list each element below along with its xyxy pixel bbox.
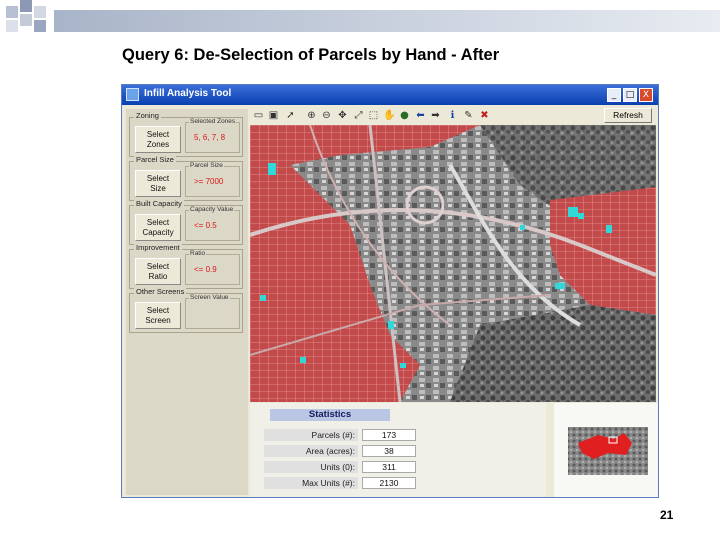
title-decoration-bar bbox=[54, 10, 720, 32]
group-subtitle: Capacity Value bbox=[189, 206, 235, 213]
info-icon[interactable]: ℹ bbox=[446, 109, 459, 122]
stat-label: Area (acres): bbox=[264, 445, 358, 457]
pointer-icon[interactable]: ➚ bbox=[284, 109, 297, 122]
app-icon bbox=[126, 88, 139, 101]
slide-title: Query 6: De-Selection of Parcels by Hand… bbox=[122, 46, 500, 64]
overview-map[interactable] bbox=[554, 403, 658, 497]
statistics-panel: Statistics Parcels (#): 173 Area (acres)… bbox=[250, 403, 546, 497]
group-subtitle: Selected Zones bbox=[189, 118, 237, 125]
edit-icon[interactable]: ✎ bbox=[462, 109, 475, 122]
select-capacity-button[interactable]: Select Capacity bbox=[135, 214, 181, 241]
group-title: Parcel Size bbox=[134, 155, 176, 164]
capacity-value-box: Capacity Value <= 0.5 bbox=[185, 206, 240, 241]
minimize-button[interactable]: _ bbox=[607, 88, 621, 102]
select-zones-button[interactable]: Select Zones bbox=[135, 126, 181, 153]
maximize-button[interactable]: □ bbox=[623, 88, 637, 102]
window-title: Infill Analysis Tool bbox=[144, 88, 232, 99]
select-screen-button[interactable]: Select Screen bbox=[135, 302, 181, 329]
group-title: Other Screens bbox=[134, 287, 187, 296]
decorative-square bbox=[34, 6, 46, 18]
zoom-out-icon[interactable]: ⊖ bbox=[320, 109, 333, 122]
globe-icon[interactable]: ● bbox=[398, 109, 411, 122]
ratio-value: <= 0.9 bbox=[194, 265, 217, 274]
close-button[interactable]: X bbox=[639, 88, 653, 102]
decorative-square bbox=[20, 0, 32, 12]
other-screens-group: Other Screens Select Screen Screen Value bbox=[129, 287, 243, 333]
hand-icon[interactable]: ✋ bbox=[383, 109, 396, 122]
group-subtitle: Parcel Size bbox=[189, 162, 224, 169]
save-icon[interactable]: ▣ bbox=[267, 109, 280, 122]
stat-value: 38 bbox=[362, 445, 416, 457]
app-window: Infill Analysis Tool _ □ X Zoning Select… bbox=[121, 84, 659, 498]
built-capacity-group: Built Capacity Select Capacity Capacity … bbox=[129, 199, 243, 245]
group-subtitle: Ratio bbox=[189, 250, 207, 257]
parcel-size-box: Parcel Size >= 7000 bbox=[185, 162, 240, 197]
overview-map-image bbox=[568, 427, 648, 475]
full-extent-icon[interactable]: ⤢ bbox=[352, 109, 365, 122]
zones-value: 5, 6, 7, 8 bbox=[194, 133, 226, 142]
page-number: 21 bbox=[660, 508, 674, 522]
decorative-square bbox=[6, 20, 18, 32]
group-title: Improvement bbox=[134, 243, 182, 252]
stat-value: 2130 bbox=[362, 477, 416, 489]
stat-value: 173 bbox=[362, 429, 416, 441]
stat-label: Units (0): bbox=[264, 461, 358, 473]
zoning-group: Zoning Select Zones Selected Zones 5, 6,… bbox=[129, 111, 243, 157]
select-ratio-button[interactable]: Select Ratio bbox=[135, 258, 181, 285]
decorative-square bbox=[20, 14, 32, 26]
group-subtitle: Screen Value bbox=[189, 294, 230, 301]
select-size-button[interactable]: Select Size bbox=[135, 170, 181, 197]
selected-zones-box: Selected Zones 5, 6, 7, 8 bbox=[185, 118, 240, 153]
refresh-button[interactable]: Refresh bbox=[604, 108, 652, 123]
aerial-map-image bbox=[250, 125, 656, 402]
capacity-value: <= 0.5 bbox=[194, 221, 217, 230]
query-panel: Zoning Select Zones Selected Zones 5, 6,… bbox=[126, 109, 248, 495]
ratio-box: Ratio <= 0.9 bbox=[185, 250, 240, 285]
pan-arrows-icon[interactable]: ✥ bbox=[336, 109, 349, 122]
screen-value-box: Screen Value bbox=[185, 294, 240, 329]
statistics-title: Statistics bbox=[270, 409, 390, 421]
decorative-square bbox=[34, 20, 46, 32]
delete-icon[interactable]: ✖ bbox=[478, 109, 491, 122]
stat-value: 311 bbox=[362, 461, 416, 473]
stat-label: Parcels (#): bbox=[264, 429, 358, 441]
zoom-in-icon[interactable]: ⊕ bbox=[305, 109, 318, 122]
group-title: Zoning bbox=[134, 111, 161, 120]
select-icon[interactable]: ⬚ bbox=[367, 109, 380, 122]
open-icon[interactable]: ▭ bbox=[252, 109, 265, 122]
aerial-map[interactable] bbox=[250, 125, 656, 402]
map-toolbar: ▭ ▣ ➚ ⊕ ⊖ ✥ ⤢ ⬚ ✋ ● ⬅ ➡ ℹ ✎ ✖ Refresh bbox=[250, 107, 656, 125]
parcel-size-group: Parcel Size Select Size Parcel Size >= 7… bbox=[129, 155, 243, 201]
improvement-group: Improvement Select Ratio Ratio <= 0.9 bbox=[129, 243, 243, 289]
decorative-square bbox=[6, 6, 18, 18]
stat-label: Max Units (#): bbox=[264, 477, 358, 489]
forward-icon[interactable]: ➡ bbox=[429, 109, 442, 122]
size-value: >= 7000 bbox=[194, 177, 224, 186]
window-titlebar[interactable]: Infill Analysis Tool _ □ X bbox=[122, 85, 658, 105]
group-title: Built Capacity bbox=[134, 199, 184, 208]
back-icon[interactable]: ⬅ bbox=[414, 109, 427, 122]
